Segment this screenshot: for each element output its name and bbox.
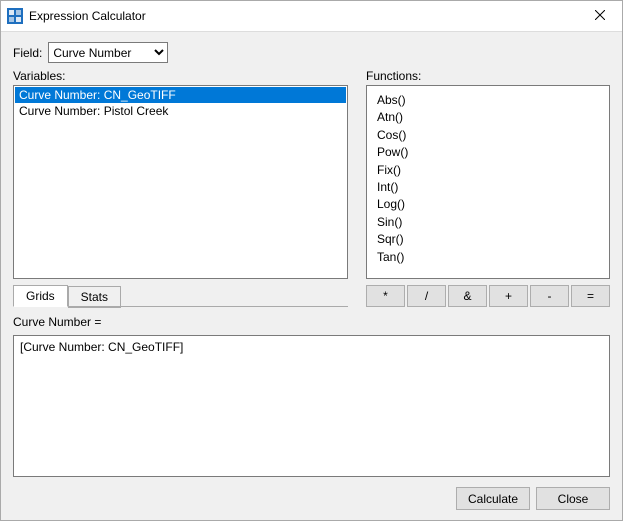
functions-item[interactable]: Atn() (377, 109, 599, 126)
variables-panel: Variables: Curve Number: CN_GeoTIFFCurve… (13, 69, 348, 279)
functions-label: Functions: (366, 69, 610, 83)
tabstrip: GridsStats (13, 285, 348, 307)
close-button[interactable]: Close (536, 487, 610, 510)
operator-button[interactable]: + (489, 285, 528, 307)
field-select[interactable]: Curve Number (48, 42, 168, 63)
variables-item[interactable]: Curve Number: CN_GeoTIFF (15, 87, 346, 103)
functions-listbox[interactable]: Abs()Atn()Cos()Pow()Fix()Int()Log()Sin()… (366, 85, 610, 279)
variables-item[interactable]: Curve Number: Pistol Creek (15, 103, 346, 119)
functions-item[interactable]: Int() (377, 179, 599, 196)
functions-item[interactable]: Cos() (377, 127, 599, 144)
below-mid-row: GridsStats */&+-= (13, 285, 610, 307)
operator-button[interactable]: / (407, 285, 446, 307)
operator-button[interactable]: - (530, 285, 569, 307)
field-label: Field: (13, 46, 42, 60)
field-row: Field: Curve Number (13, 42, 610, 63)
functions-item[interactable]: Tan() (377, 249, 599, 266)
functions-item[interactable]: Fix() (377, 162, 599, 179)
expression-textarea[interactable] (13, 335, 610, 477)
footer-buttons: Calculate Close (13, 487, 610, 510)
functions-item[interactable]: Sqr() (377, 231, 599, 248)
variables-listbox[interactable]: Curve Number: CN_GeoTIFFCurve Number: Pi… (13, 85, 348, 279)
close-window-button[interactable] (577, 1, 622, 31)
mid-panels: Variables: Curve Number: CN_GeoTIFFCurve… (13, 69, 610, 279)
titlebar: Expression Calculator (1, 1, 622, 32)
window-title: Expression Calculator (29, 9, 577, 23)
functions-item[interactable]: Log() (377, 196, 599, 213)
tab-grids[interactable]: Grids (13, 285, 68, 307)
close-icon (595, 9, 605, 23)
functions-item[interactable]: Abs() (377, 92, 599, 109)
calculate-button[interactable]: Calculate (456, 487, 530, 510)
functions-item[interactable]: Sin() (377, 214, 599, 231)
operator-button[interactable]: * (366, 285, 405, 307)
client-area: Field: Curve Number Variables: Curve Num… (1, 32, 622, 520)
functions-item[interactable]: Pow() (377, 144, 599, 161)
functions-panel: Functions: Abs()Atn()Cos()Pow()Fix()Int(… (366, 69, 610, 279)
expression-calculator-window: Expression Calculator Field: Curve Numbe… (0, 0, 623, 521)
operator-row: */&+-= (366, 285, 610, 307)
variables-label: Variables: (13, 69, 348, 83)
operator-button[interactable]: & (448, 285, 487, 307)
operator-button[interactable]: = (571, 285, 610, 307)
tab-stats[interactable]: Stats (68, 286, 121, 308)
app-icon (7, 8, 23, 24)
expression-label: Curve Number = (13, 315, 610, 329)
